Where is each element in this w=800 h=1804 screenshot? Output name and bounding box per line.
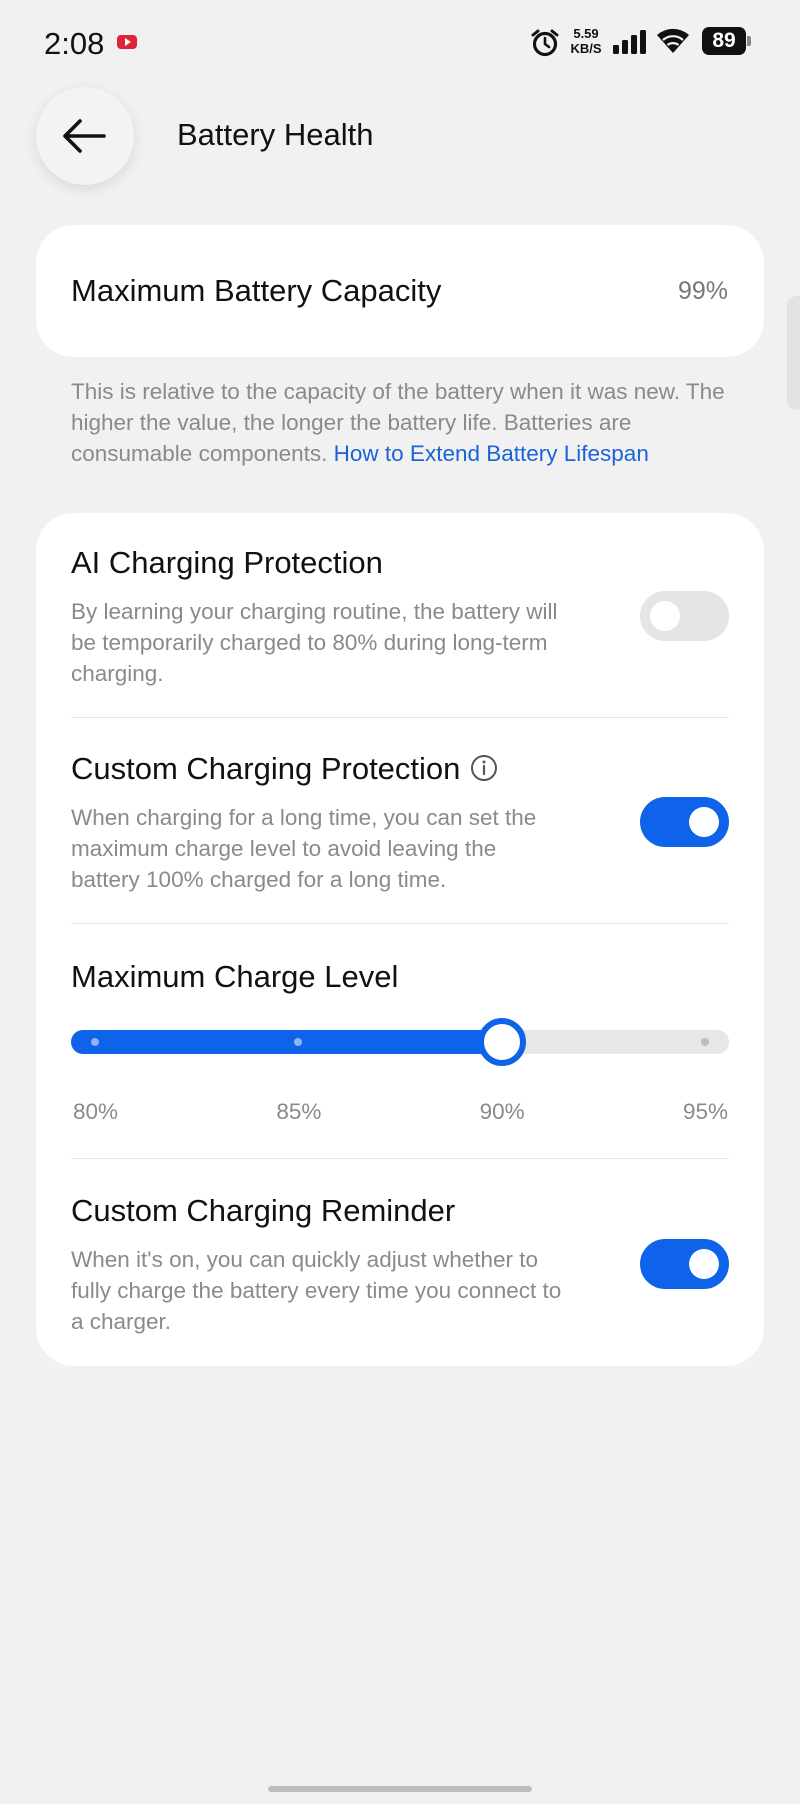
custom-charging-reminder-description: When it's on, you can quickly adjust whe… <box>71 1247 562 1334</box>
charging-settings-card: AI Charging Protection By learning your … <box>36 513 764 1366</box>
slider-tick-label: 80% <box>73 1099 119 1124</box>
toggle-knob <box>689 1249 719 1279</box>
max-charge-level-slider[interactable] <box>71 1018 729 1066</box>
info-icon[interactable] <box>470 754 498 782</box>
toggle-knob <box>650 601 680 631</box>
divider <box>71 717 729 718</box>
network-speed: 5.59 KB/S <box>568 26 604 56</box>
slider-tick-label: 95% <box>683 1099 729 1124</box>
extend-lifespan-link[interactable]: How to Extend Battery Lifespan <box>334 441 649 466</box>
divider <box>71 1158 729 1159</box>
slider-tick-label: 85% <box>276 1099 322 1124</box>
slider-step-dot <box>701 1038 709 1046</box>
battery-capacity-card: Maximum Battery Capacity 99% <box>36 225 764 357</box>
home-indicator[interactable] <box>268 1786 532 1792</box>
capacity-value: 99% <box>677 277 728 305</box>
network-speed-unit: KB/S <box>570 41 602 56</box>
page-title: Battery Health <box>177 117 374 152</box>
custom-charging-protection-description: When charging for a long time, you can s… <box>71 805 537 892</box>
ai-charging-protection-toggle[interactable] <box>640 591 729 641</box>
custom-charging-reminder-title: Custom Charging Reminder <box>71 1193 456 1228</box>
slider-step-dot <box>91 1038 99 1046</box>
custom-charging-protection-title: Custom Charging Protection <box>71 751 461 786</box>
custom-charging-protection-toggle[interactable] <box>640 797 729 847</box>
max-charge-level-title: Maximum Charge Level <box>71 959 399 994</box>
signal-icon <box>613 30 646 54</box>
slider-fill <box>71 1030 514 1054</box>
alarm-icon <box>531 29 559 57</box>
slider-thumb[interactable] <box>477 1018 526 1066</box>
status-time: 2:08 <box>44 26 105 61</box>
capacity-note: This is relative to the capacity of the … <box>71 376 731 469</box>
back-arrow-icon <box>63 119 106 153</box>
network-speed-value: 5.59 <box>573 26 599 41</box>
battery-tip <box>747 36 751 46</box>
toggle-knob <box>689 807 719 837</box>
capacity-label: Maximum Battery Capacity <box>71 273 442 308</box>
custom-charging-reminder-toggle[interactable] <box>640 1239 729 1289</box>
status-bar: 2:08 5.59 KB/S 89 <box>0 0 800 86</box>
wifi-icon <box>657 28 689 53</box>
battery-icon: 89 <box>702 27 751 55</box>
ai-charging-protection-title: AI Charging Protection <box>71 545 383 580</box>
youtube-notification-icon <box>117 35 137 49</box>
ai-charging-protection-description: By learning your charging routine, the b… <box>71 599 558 686</box>
edge-panel-handle[interactable] <box>787 296 800 410</box>
battery-level: 89 <box>702 27 746 55</box>
back-button[interactable] <box>36 87 134 185</box>
divider <box>71 923 729 924</box>
slider-tick-label: 90% <box>479 1099 525 1124</box>
